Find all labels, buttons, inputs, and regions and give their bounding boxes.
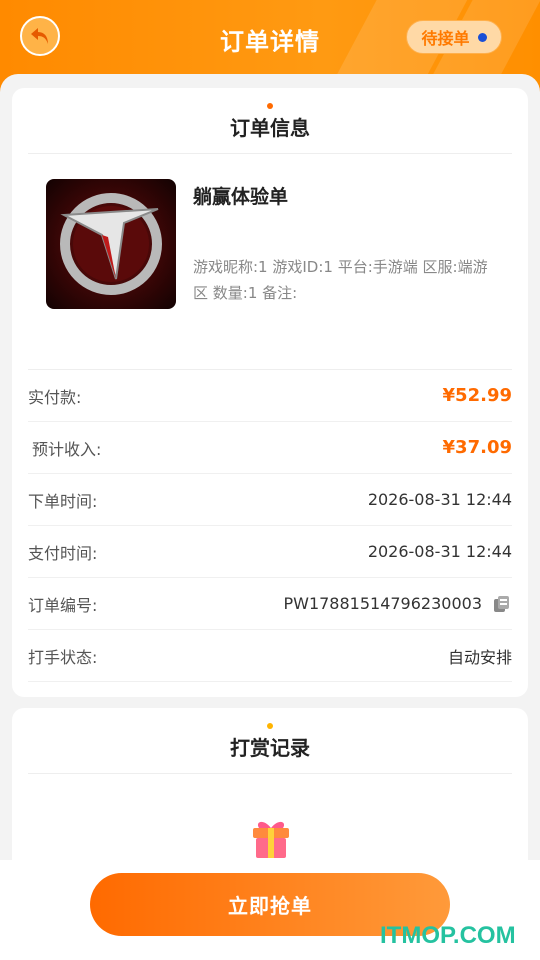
info-row-pay-time: 支付时间: 2026-08-31 12:44: [28, 526, 512, 578]
row-label: 下单时间:: [28, 491, 98, 511]
row-label: 订单编号:: [28, 595, 98, 615]
info-row-player-status: 打手状态: 自动安排: [28, 630, 512, 682]
paid-amount: ¥52.99: [442, 385, 512, 406]
row-label: 打手状态:: [28, 647, 98, 667]
product-name: 躺赢体验单: [193, 186, 289, 208]
card-header: 订单信息: [28, 88, 512, 154]
status-badge: 待接单: [406, 20, 502, 54]
income-amount: ¥37.09: [442, 437, 512, 458]
row-label: 实付款:: [28, 387, 82, 407]
copy-icon[interactable]: [492, 594, 512, 614]
status-label: 待接单: [421, 29, 470, 48]
order-info-card: 订单信息 躺赢体验单 游戏昵称:1 游戏ID:1 平台:手游端 区服:端游区 数…: [12, 88, 528, 697]
order-number: PW17881514796230003: [283, 594, 482, 613]
row-label: 预计收入:: [32, 439, 102, 459]
info-row-order-time: 下单时间: 2026-08-31 12:44: [28, 474, 512, 526]
gift-icon: [253, 821, 289, 858]
info-row-order-number: 订单编号: PW17881514796230003: [28, 578, 512, 630]
player-status: 自动安排: [447, 647, 512, 667]
card-header: 打赏记录: [28, 708, 512, 774]
card-title: 订单信息: [230, 116, 310, 140]
order-time: 2026-08-31 12:44: [367, 490, 512, 509]
product-section: 躺赢体验单 游戏昵称:1 游戏ID:1 平台:手游端 区服:端游区 数量:1 备…: [28, 154, 512, 370]
info-row-paid: 实付款: ¥52.99: [28, 370, 512, 422]
title-dot-icon: [267, 723, 273, 729]
pay-time: 2026-08-31 12:44: [367, 542, 512, 561]
status-dot-icon: [477, 32, 487, 42]
row-label: 支付时间:: [28, 543, 98, 563]
product-image: [46, 179, 176, 309]
info-row-income: 预计收入: ¥37.09: [28, 422, 512, 474]
game-logo-icon: [60, 193, 162, 295]
watermark: ITMOP.COM: [380, 922, 516, 949]
title-dot-icon: [267, 103, 273, 109]
reward-empty-area: [12, 774, 528, 864]
order-number-group: PW17881514796230003: [283, 594, 512, 614]
product-description: 游戏昵称:1 游戏ID:1 平台:手游端 区服:端游区 数量:1 备注:: [193, 258, 488, 302]
card-title: 打赏记录: [230, 736, 310, 760]
